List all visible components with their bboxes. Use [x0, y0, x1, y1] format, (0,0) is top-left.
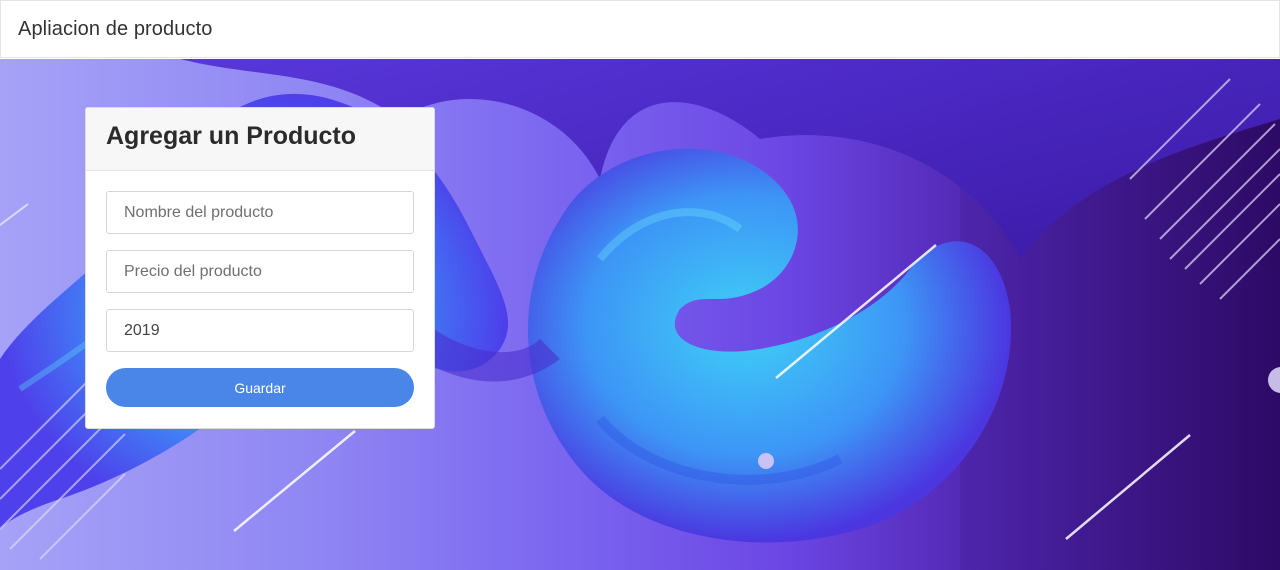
card-header: Agregar un Producto	[86, 108, 434, 171]
navbar: Apliacion de producto	[0, 0, 1280, 58]
product-price-input[interactable]	[106, 250, 414, 293]
save-button[interactable]: Guardar	[106, 368, 414, 407]
card-body: Guardar	[86, 171, 434, 407]
card-title: Agregar un Producto	[106, 122, 357, 150]
product-name-input[interactable]	[106, 191, 414, 234]
add-product-card: Agregar un Producto Guardar	[85, 107, 435, 429]
navbar-brand[interactable]: Apliacion de producto	[18, 18, 212, 41]
product-year-input[interactable]	[106, 309, 414, 352]
